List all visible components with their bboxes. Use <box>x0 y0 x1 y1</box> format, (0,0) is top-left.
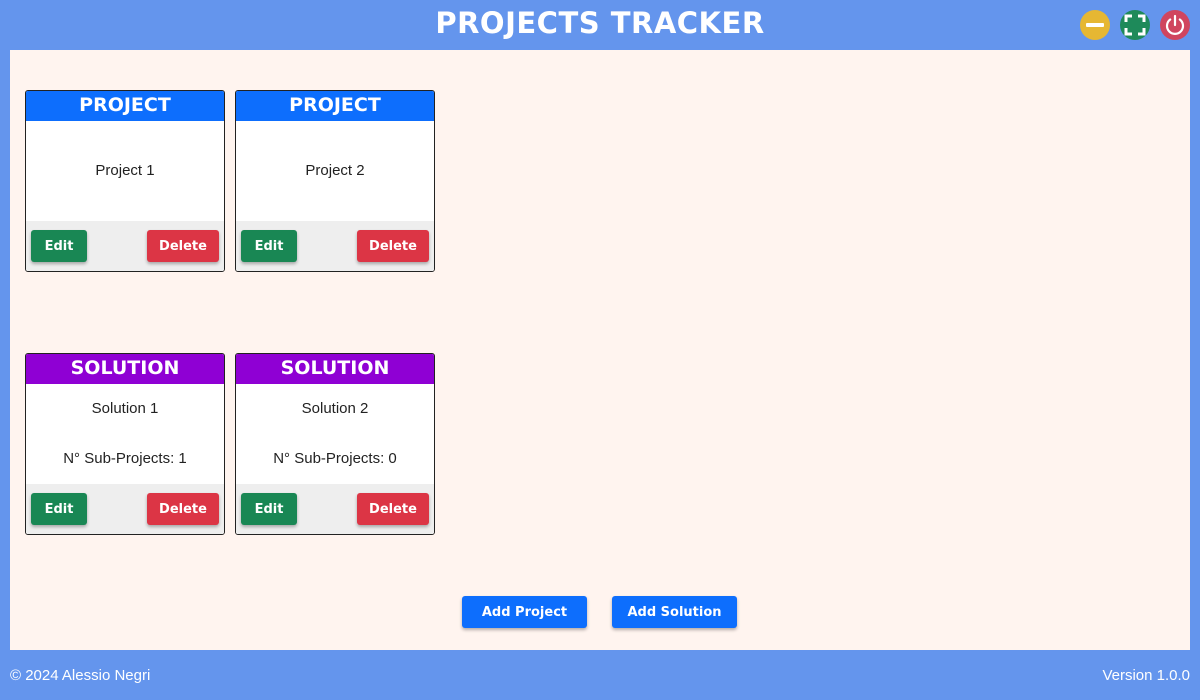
app-title: PROJECTS TRACKER <box>435 6 765 40</box>
version-text: Version 1.0.0 <box>1102 667 1190 684</box>
card-header: SOLUTION <box>26 354 224 384</box>
card-footer: Edit Delete <box>26 484 224 534</box>
add-project-button[interactable]: Add Project <box>462 596 587 628</box>
app-window: PROJECTS TRACKER PROJECT Project 1 Edit … <box>0 0 1200 700</box>
minimize-button[interactable] <box>1080 10 1110 40</box>
solution-card: SOLUTION Solution 1 N° Sub-Projects: 1 E… <box>25 353 225 535</box>
title-bar: PROJECTS TRACKER <box>0 0 1200 50</box>
delete-button[interactable]: Delete <box>147 230 219 262</box>
card-footer: Edit Delete <box>236 484 434 534</box>
card-body: Solution 1 N° Sub-Projects: 1 <box>26 384 224 484</box>
card-footer: Edit Delete <box>236 221 434 271</box>
delete-button[interactable]: Delete <box>357 493 429 525</box>
delete-button[interactable]: Delete <box>357 230 429 262</box>
edit-button[interactable]: Edit <box>241 493 297 525</box>
copyright-text: © 2024 Alessio Negri <box>10 667 151 684</box>
subprojects-count: N° Sub-Projects: 0 <box>273 450 397 467</box>
solution-name: Solution 2 <box>301 400 369 417</box>
card-body: Solution 2 N° Sub-Projects: 0 <box>236 384 434 484</box>
subprojects-count: N° Sub-Projects: 1 <box>63 450 187 467</box>
card-header: PROJECT <box>236 91 434 121</box>
maximize-button[interactable] <box>1120 10 1150 40</box>
status-bar: © 2024 Alessio Negri Version 1.0.0 <box>0 650 1200 700</box>
solution-card: SOLUTION Solution 2 N° Sub-Projects: 0 E… <box>235 353 435 535</box>
card-body: Project 2 <box>236 121 434 221</box>
project-card: PROJECT Project 1 Edit Delete <box>25 90 225 272</box>
card-body: Project 1 <box>26 121 224 221</box>
delete-button[interactable]: Delete <box>147 493 219 525</box>
project-card: PROJECT Project 2 Edit Delete <box>235 90 435 272</box>
add-solution-button[interactable]: Add Solution <box>612 596 737 628</box>
project-name: Project 2 <box>305 162 365 179</box>
solution-name: Solution 1 <box>91 400 159 417</box>
card-header: PROJECT <box>26 91 224 121</box>
power-icon <box>1165 14 1185 35</box>
main-content: PROJECT Project 1 Edit Delete PROJECT Pr… <box>10 50 1190 650</box>
card-footer: Edit Delete <box>26 221 224 271</box>
project-name: Project 1 <box>95 162 155 179</box>
edit-button[interactable]: Edit <box>241 230 297 262</box>
fullscreen-icon <box>1124 14 1146 36</box>
close-button[interactable] <box>1160 10 1190 40</box>
card-header: SOLUTION <box>236 354 434 384</box>
edit-button[interactable]: Edit <box>31 230 87 262</box>
edit-button[interactable]: Edit <box>31 493 87 525</box>
minus-icon <box>1086 23 1104 27</box>
